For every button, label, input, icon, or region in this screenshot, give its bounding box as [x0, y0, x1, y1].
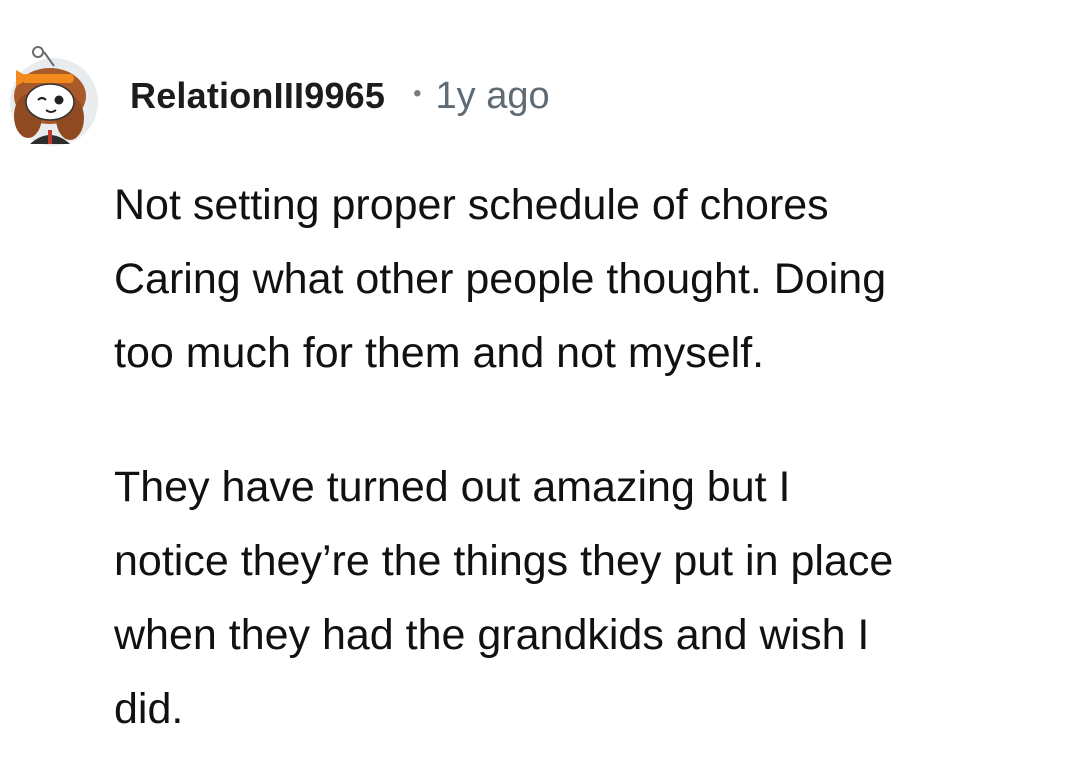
- comment-timestamp[interactable]: 1y ago: [436, 75, 550, 118]
- comment-line: too much for them and not myself.: [114, 329, 765, 377]
- comment-body: Not setting proper schedule of chores Ca…: [114, 168, 1064, 746]
- comment: RelationIII9965 • 1y ago Not setting pro…: [0, 0, 1080, 775]
- comment-line: did.: [114, 685, 184, 733]
- comment-paragraph: They have turned out amazing but I notic…: [114, 450, 1064, 746]
- avatar[interactable]: [8, 44, 100, 148]
- meta-separator: •: [413, 80, 422, 107]
- comment-line: notice they’re the things they put in pl…: [114, 537, 894, 585]
- comment-line: Caring what other people thought. Doing: [114, 255, 887, 303]
- comment-line: Not setting proper schedule of chores: [114, 181, 829, 229]
- comment-line: when they had the grandkids and wish I: [114, 611, 870, 659]
- comment-line: They have turned out amazing but I: [114, 463, 791, 511]
- comment-header: RelationIII9965 • 1y ago: [8, 44, 550, 148]
- snoo-avatar-icon: [10, 46, 98, 146]
- comment-author[interactable]: RelationIII9965: [130, 75, 385, 117]
- comment-paragraph: Not setting proper schedule of chores Ca…: [114, 168, 1064, 390]
